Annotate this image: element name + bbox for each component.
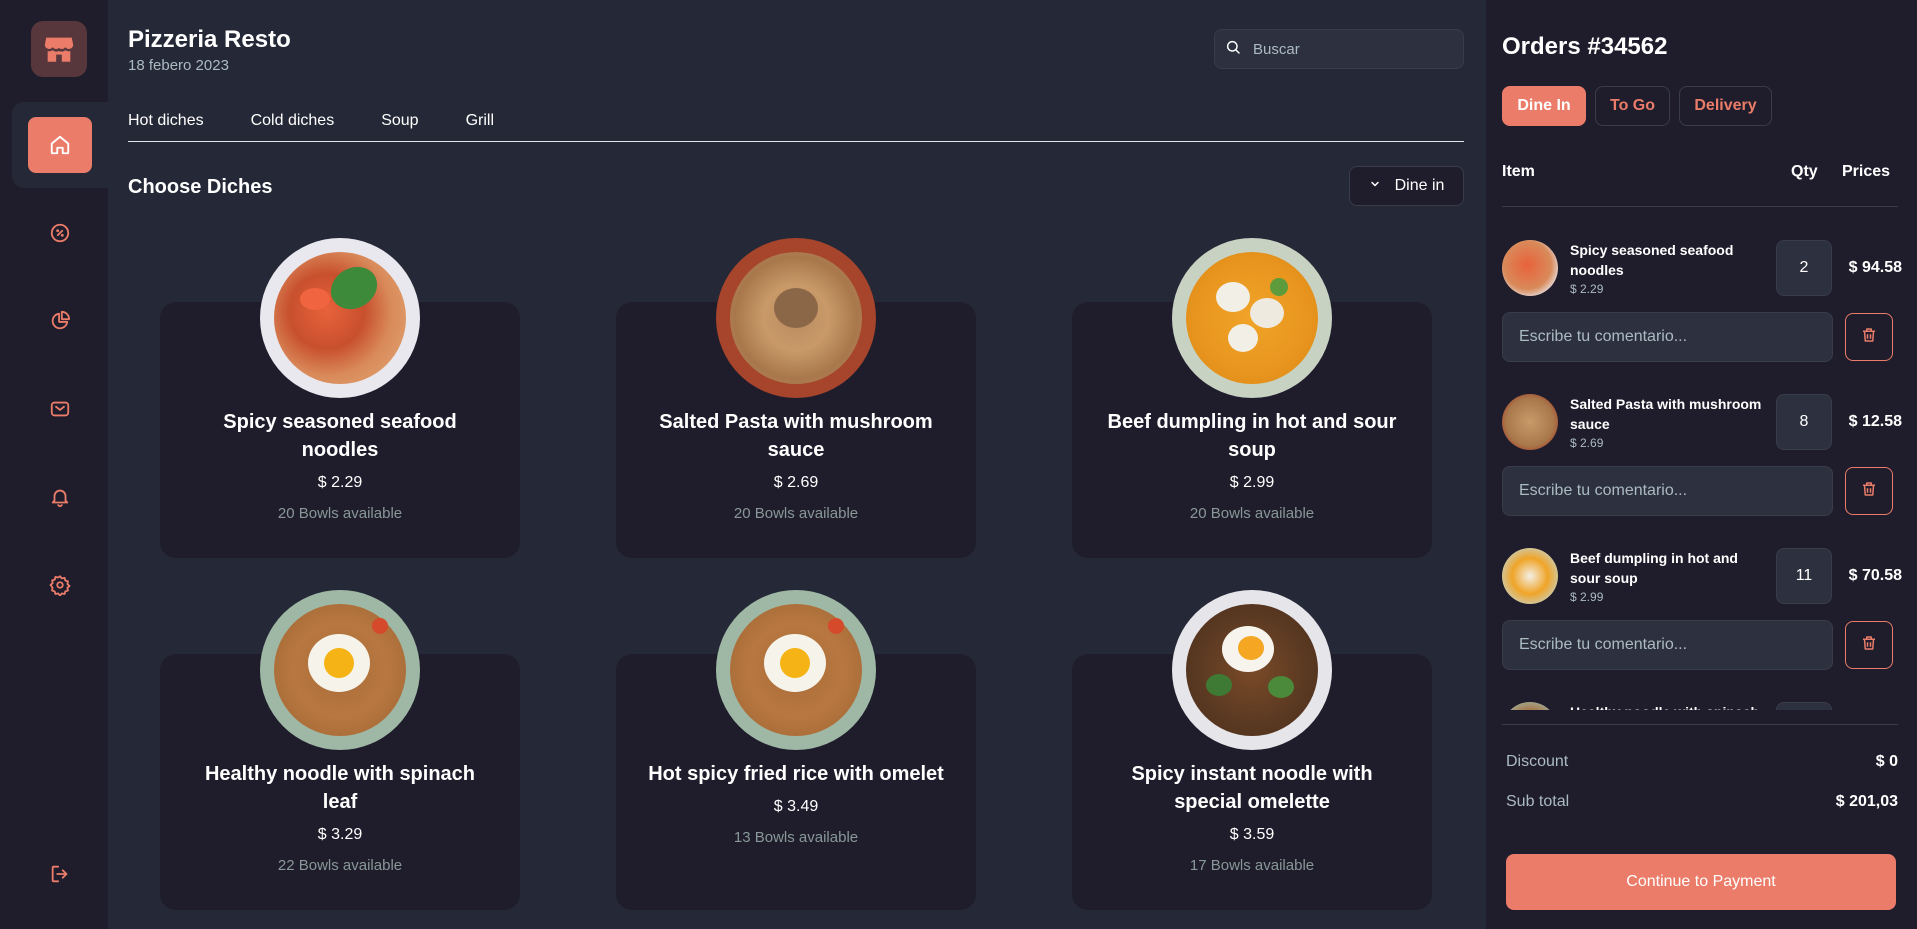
current-date: 18 febero 2023 bbox=[128, 57, 229, 74]
delete-item-button[interactable] bbox=[1845, 313, 1893, 361]
continue-to-payment-button[interactable]: Continue to Payment bbox=[1506, 854, 1896, 910]
dish-price: $ 3.29 bbox=[317, 826, 363, 843]
dine-option-dropdown[interactable]: Dine in bbox=[1349, 166, 1464, 206]
order-item-name: Beef dumpling in hot and sour soup bbox=[1570, 550, 1738, 586]
main-content: Pizzeria Resto 18 febero 2023 Buscar Hot… bbox=[108, 0, 1486, 929]
sidebar-item-messages[interactable] bbox=[12, 366, 108, 452]
dish-name: Spicy seasoned seafood noodles bbox=[223, 411, 457, 461]
order-item-image bbox=[1502, 240, 1558, 296]
column-header-qty: Qty bbox=[1791, 163, 1818, 180]
dish-availability: 22 Bowls available bbox=[277, 857, 403, 874]
logout-icon bbox=[49, 863, 71, 885]
order-item-unit-price: $ 2.99 bbox=[1570, 590, 1604, 604]
dish-image bbox=[716, 590, 876, 750]
sidebar-item-discount[interactable] bbox=[12, 190, 108, 276]
discount-value: $ 0 bbox=[1875, 753, 1898, 770]
home-icon bbox=[28, 117, 92, 173]
subtotal-label: Sub total bbox=[1506, 793, 1570, 810]
dish-price: $ 2.99 bbox=[1229, 474, 1275, 491]
dish-price: $ 3.59 bbox=[1229, 826, 1275, 843]
section-title: Choose Diches bbox=[128, 176, 273, 198]
dish-availability: 17 Bowls available bbox=[1189, 857, 1315, 874]
sidebar bbox=[0, 0, 108, 929]
order-items-list[interactable]: Spicy seasoned seafood noodles $ 2.29 2 … bbox=[1486, 230, 1917, 710]
gear-icon bbox=[49, 574, 71, 596]
discount-label: Discount bbox=[1506, 753, 1569, 770]
mail-icon bbox=[49, 398, 71, 420]
order-type-to-go-button[interactable]: To Go bbox=[1595, 86, 1670, 126]
order-title: Orders #34562 bbox=[1502, 33, 1668, 60]
tab-hot-diches[interactable]: Hot diches bbox=[128, 110, 204, 141]
category-tabs: Hot diches Cold diches Soup Grill bbox=[128, 110, 1464, 142]
search-placeholder: Buscar bbox=[1253, 40, 1300, 58]
order-item-comment-input[interactable]: Escribe tu comentario... bbox=[1502, 466, 1833, 516]
dish-name: Salted Pasta with mushroom sauce bbox=[659, 411, 933, 461]
order-type-dine-in-button[interactable]: Dine In bbox=[1502, 86, 1586, 126]
divider bbox=[1502, 206, 1898, 207]
dish-name: Beef dumpling in hot and sour soup bbox=[1107, 411, 1397, 461]
page-title: Pizzeria Resto bbox=[128, 26, 291, 53]
dish-image bbox=[260, 590, 420, 750]
sidebar-item-home[interactable] bbox=[12, 102, 108, 188]
order-panel: Orders #34562 Dine In To Go Delivery Ite… bbox=[1486, 0, 1917, 929]
dish-availability: 20 Bowls available bbox=[1189, 505, 1315, 522]
sidebar-item-dashboard[interactable] bbox=[12, 278, 108, 364]
order-item-total: $ 94.58 bbox=[1848, 259, 1902, 276]
dish-name: Hot spicy fried rice with omelet bbox=[648, 763, 944, 785]
trash-icon bbox=[1860, 480, 1878, 503]
search-input[interactable]: Buscar bbox=[1214, 29, 1464, 69]
dish-availability: 20 Bowls available bbox=[277, 505, 403, 522]
dish-name: Spicy instant noodle with special omelet… bbox=[1131, 763, 1373, 813]
dish-price: $ 2.29 bbox=[317, 474, 363, 491]
order-item-total: $ 12.58 bbox=[1848, 413, 1902, 430]
order-item-qty-field[interactable]: 2 bbox=[1776, 240, 1832, 296]
order-item-comment-input[interactable]: Escribe tu comentario... bbox=[1502, 620, 1833, 670]
order-item-qty-field[interactable] bbox=[1776, 702, 1832, 710]
order-item-name: Spicy seasoned seafood noodles bbox=[1570, 242, 1734, 278]
order-item-image bbox=[1502, 702, 1558, 710]
dish-price: $ 2.69 bbox=[773, 474, 819, 491]
tab-grill[interactable]: Grill bbox=[466, 110, 494, 141]
trash-icon bbox=[1860, 634, 1878, 657]
divider bbox=[1502, 724, 1898, 725]
order-item-image bbox=[1502, 548, 1558, 604]
chevron-down-icon bbox=[1369, 177, 1381, 195]
sidebar-item-settings[interactable] bbox=[12, 542, 108, 628]
pos-app: Pizzeria Resto 18 febero 2023 Buscar Hot… bbox=[0, 0, 1917, 929]
bell-icon bbox=[49, 486, 71, 508]
dish-image bbox=[716, 238, 876, 398]
delete-item-button[interactable] bbox=[1845, 621, 1893, 669]
dish-image bbox=[260, 238, 420, 398]
subtotal-value: $ 201,03 bbox=[1835, 793, 1898, 810]
order-item-unit-price: $ 2.29 bbox=[1570, 282, 1604, 296]
dish-name: Healthy noodle with spinach leaf bbox=[204, 763, 476, 813]
storefront-logo-icon[interactable] bbox=[31, 21, 87, 77]
dine-option-value: Dine in bbox=[1394, 177, 1445, 194]
delete-item-button[interactable] bbox=[1845, 467, 1893, 515]
sidebar-item-notifications[interactable] bbox=[12, 454, 108, 540]
dish-image bbox=[1172, 590, 1332, 750]
order-item-image bbox=[1502, 394, 1558, 450]
order-item-comment-input[interactable]: Escribe tu comentario... bbox=[1502, 312, 1833, 362]
column-header-item: Item bbox=[1502, 163, 1535, 180]
dish-image bbox=[1172, 238, 1332, 398]
order-item-name: Healthy noodle with spinach leaf bbox=[1570, 702, 1770, 710]
tab-soup[interactable]: Soup bbox=[381, 110, 418, 141]
order-item-unit-price: $ 2.69 bbox=[1570, 436, 1604, 450]
order-item-total: $ 70.58 bbox=[1848, 567, 1902, 584]
order-type-delivery-button[interactable]: Delivery bbox=[1679, 86, 1772, 126]
discount-icon bbox=[49, 222, 71, 244]
trash-icon bbox=[1860, 326, 1878, 349]
dish-availability: 20 Bowls available bbox=[733, 505, 859, 522]
pie-chart-icon bbox=[49, 310, 71, 332]
sidebar-item-logout[interactable] bbox=[12, 831, 108, 917]
dish-price: $ 3.49 bbox=[773, 798, 819, 815]
search-icon bbox=[1225, 39, 1241, 60]
column-header-prices: Prices bbox=[1842, 163, 1891, 180]
order-item-qty-field[interactable]: 8 bbox=[1776, 394, 1832, 450]
tab-cold-diches[interactable]: Cold diches bbox=[251, 110, 335, 141]
order-item-qty-field[interactable]: 11 bbox=[1776, 548, 1832, 604]
order-item-name: Salted Pasta with mushroom sauce bbox=[1570, 396, 1762, 432]
dish-availability: 13 Bowls available bbox=[733, 829, 859, 846]
